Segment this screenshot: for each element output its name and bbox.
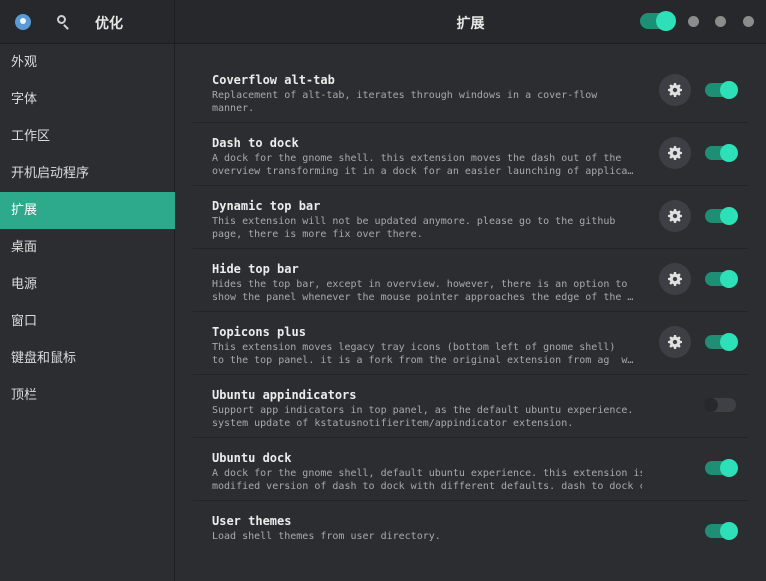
extension-row: Ubuntu appindicators Support app indicat… xyxy=(193,375,748,438)
extension-name: Coverflow alt-tab xyxy=(212,73,335,87)
extension-toggle[interactable] xyxy=(705,207,738,225)
extension-name: Ubuntu dock xyxy=(212,451,292,465)
extension-name: Ubuntu appindicators xyxy=(212,388,357,402)
extension-toggle[interactable] xyxy=(704,398,736,412)
gear-icon xyxy=(668,209,682,223)
sidebar-item-power[interactable]: 电源 xyxy=(0,266,175,303)
extension-description: A dock for the gnome shell, default ubun… xyxy=(212,468,642,492)
extension-description: This extension moves legacy tray icons (… xyxy=(212,342,634,366)
extension-toggle[interactable] xyxy=(705,144,738,162)
minimize-icon[interactable] xyxy=(688,16,699,27)
sidebar-item-workspaces[interactable]: 工作区 xyxy=(0,118,175,155)
app-title: 优化 xyxy=(95,16,123,32)
extension-description: Load shell themes from user directory. xyxy=(212,531,441,542)
close-icon[interactable] xyxy=(743,16,754,27)
header-bar: 优化 扩展 xyxy=(0,0,766,44)
extensions-list: Coverflow alt-tab Replacement of alt-tab… xyxy=(176,44,766,581)
extension-row: User themes Load shell themes from user … xyxy=(193,501,748,564)
gear-icon xyxy=(668,146,682,160)
extension-row: Ubuntu dock A dock for the gnome shell, … xyxy=(193,438,748,501)
sidebar-item-top-bar[interactable]: 顶栏 xyxy=(0,377,175,414)
extension-toggle[interactable] xyxy=(705,459,738,477)
extension-settings-button[interactable] xyxy=(659,137,691,169)
extension-name: Hide top bar xyxy=(212,262,299,276)
sidebar-item-keyboard-mouse[interactable]: 键盘和鼠标 xyxy=(0,340,175,377)
extension-settings-button[interactable] xyxy=(659,263,691,295)
extension-name: Dynamic top bar xyxy=(212,199,321,213)
extension-row: Dynamic top bar This extension will not … xyxy=(193,186,748,249)
app-icon xyxy=(15,14,31,30)
maximize-icon[interactable] xyxy=(715,16,726,27)
extension-name: User themes xyxy=(212,514,292,528)
sidebar-item-extensions[interactable]: 扩展 xyxy=(0,192,175,229)
extension-toggle[interactable] xyxy=(705,270,738,288)
extension-description: This extension will not be updated anymo… xyxy=(212,216,616,240)
extension-row: Dash to dock A dock for the gnome shell.… xyxy=(193,123,748,186)
sidebar-item-startup-applications[interactable]: 开机启动程序 xyxy=(0,155,175,192)
header-left: 优化 xyxy=(0,0,175,44)
sidebar-item-desktop[interactable]: 桌面 xyxy=(0,229,175,266)
extension-name: Dash to dock xyxy=(212,136,299,150)
extension-toggle[interactable] xyxy=(705,522,738,540)
sidebar-item-fonts[interactable]: 字体 xyxy=(0,81,175,118)
extensions-master-toggle[interactable] xyxy=(640,11,676,31)
extension-toggle[interactable] xyxy=(705,81,738,99)
extension-description: A dock for the gnome shell. this extensi… xyxy=(212,153,634,177)
extension-description: Support app indicators in top panel, as … xyxy=(212,405,634,429)
sidebar-item-appearance[interactable]: 外观 xyxy=(0,44,175,81)
sidebar-item-windows[interactable]: 窗口 xyxy=(0,303,175,340)
extension-row: Topicons plus This extension moves legac… xyxy=(193,312,748,375)
extension-name: Topicons plus xyxy=(212,325,306,339)
extension-description: Hides the top bar, except in overview. h… xyxy=(212,279,634,303)
extension-row: Coverflow alt-tab Replacement of alt-tab… xyxy=(193,60,748,123)
extension-description: Replacement of alt-tab, iterates through… xyxy=(212,90,598,114)
extension-row: Hide top bar Hides the top bar, except i… xyxy=(193,249,748,312)
gear-icon xyxy=(668,272,682,286)
gear-icon xyxy=(668,83,682,97)
gear-icon xyxy=(668,335,682,349)
extension-settings-button[interactable] xyxy=(659,200,691,232)
extension-settings-button[interactable] xyxy=(659,326,691,358)
page-title: 扩展 xyxy=(456,16,485,32)
sidebar: 外观 字体 工作区 开机启动程序 扩展 桌面 电源 窗口 键盘和鼠标 顶栏 xyxy=(0,44,175,581)
search-icon[interactable] xyxy=(54,12,74,32)
extension-settings-button[interactable] xyxy=(659,74,691,106)
extension-toggle[interactable] xyxy=(705,333,738,351)
